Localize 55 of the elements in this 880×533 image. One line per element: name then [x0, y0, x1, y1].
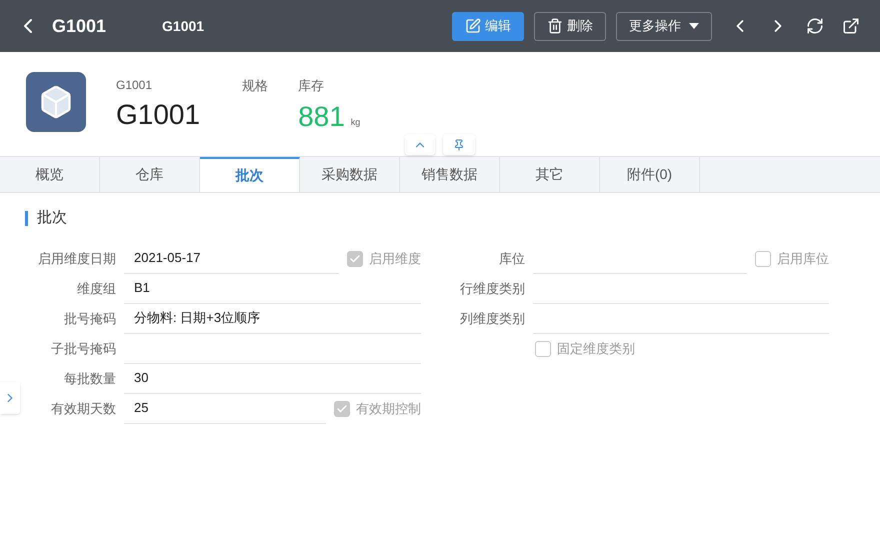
field-label: 每批数量: [63, 370, 117, 388]
tab[interactable]: 概览: [0, 157, 100, 192]
trash-icon: [547, 18, 563, 34]
field-label: 批号掩码: [63, 310, 117, 328]
caret-icon: [689, 23, 699, 29]
box-icon: [26, 72, 86, 132]
checkbox[interactable]: [755, 250, 771, 266]
input-field[interactable]: 25: [124, 394, 326, 424]
refresh-button[interactable]: [806, 17, 824, 35]
checkbox-label: 启用库位: [777, 250, 829, 268]
collapse-button[interactable]: [405, 134, 435, 155]
checkbox[interactable]: [535, 340, 551, 356]
expand-button[interactable]: [0, 382, 20, 414]
field-label: 启用维度日期: [37, 250, 117, 268]
code-label: G1001: [116, 77, 154, 94]
tab[interactable]: 其它: [500, 157, 600, 192]
checkbox-label: 启用维度: [369, 250, 421, 268]
pin-button[interactable]: [443, 134, 475, 155]
page-title: G1001: [52, 14, 106, 38]
action-button[interactable]: 编辑: [452, 12, 524, 40]
stock-value: 881: [298, 100, 345, 134]
page-subtitle: G1001: [162, 16, 204, 36]
stock-unit: kg: [350, 116, 360, 129]
input-field[interactable]: B1: [124, 274, 421, 304]
stock-label: 库存: [298, 77, 326, 95]
checkbox[interactable]: [347, 250, 363, 266]
check-icon: [336, 402, 348, 414]
field-label: 列维度类别: [459, 310, 526, 328]
item-code: G1001: [116, 98, 200, 132]
section-marker: [25, 210, 28, 226]
checkbox-label: 固定维度类别: [557, 340, 635, 358]
check-icon: [349, 252, 361, 264]
field-label: 维度组: [76, 280, 117, 298]
tab[interactable]: 批次: [200, 157, 300, 192]
checkbox[interactable]: [334, 400, 350, 416]
checkbox-label: 有效期控制: [356, 400, 421, 418]
external-link-icon: [842, 17, 860, 35]
dropdown-button[interactable]: 更多操作: [616, 12, 712, 40]
spec-label: 规格: [242, 77, 268, 95]
field-label: 库位: [498, 250, 526, 268]
action-button[interactable]: 删除: [534, 12, 606, 40]
tab[interactable]: 附件(0): [600, 157, 700, 192]
share-button[interactable]: [842, 17, 860, 35]
tab[interactable]: 销售数据: [400, 157, 500, 192]
input-field[interactable]: 30: [124, 364, 421, 394]
input-field[interactable]: 分物料: 日期+3位顺序: [124, 304, 421, 334]
input-field[interactable]: 2021-05-17: [124, 244, 339, 274]
refresh-icon: [806, 17, 824, 35]
field-label: 子批号掩码: [50, 340, 117, 358]
section-title: 批次: [37, 208, 67, 228]
field-label: 行维度类别: [459, 280, 526, 298]
edit-icon: [465, 18, 481, 34]
tab[interactable]: 采购数据: [300, 157, 400, 192]
pin-icon: [453, 138, 465, 150]
field-label: 有效期天数: [50, 400, 117, 418]
